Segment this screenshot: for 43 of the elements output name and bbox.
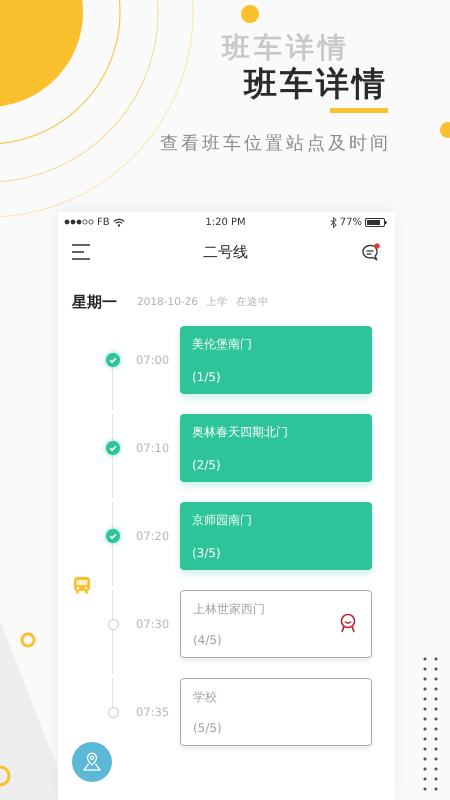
stop-card[interactable]: 京师园南门 (3/5) xyxy=(180,502,372,570)
stop-name: 美伦堡南门 xyxy=(192,336,252,353)
chat-icon xyxy=(361,243,381,261)
status-time: 1:20 PM xyxy=(205,216,246,228)
battery-percent: 77% xyxy=(340,216,362,228)
dot-decoration xyxy=(241,5,259,23)
stop-name: 奥林春天四期北门 xyxy=(192,424,288,441)
stop-time: 07:30 xyxy=(136,617,170,631)
stop-card[interactable]: 美伦堡南门 (1/5) xyxy=(180,326,372,394)
stop-name: 京师园南门 xyxy=(192,512,252,529)
stop-card[interactable]: 奥林春天四期北门 (2/5) xyxy=(180,414,372,482)
signal-icon xyxy=(64,219,94,225)
promo-subtitle: 查看班车位置站点及时间 xyxy=(160,132,391,155)
bluetooth-icon xyxy=(330,216,337,228)
menu-icon xyxy=(72,244,90,260)
battery-icon xyxy=(364,218,387,226)
ring-decoration xyxy=(0,766,10,786)
stop-name: 学校 xyxy=(193,689,218,706)
stop-order: (2/5) xyxy=(192,458,222,472)
stop-name: 上林世家西门 xyxy=(193,601,265,618)
promo-title: 班车详情 xyxy=(244,64,388,104)
trip-type: 上学 xyxy=(206,295,228,309)
ring-decoration xyxy=(20,632,36,648)
stop-order: (4/5) xyxy=(193,633,223,647)
carrier-name: FB xyxy=(97,216,110,228)
trip-status: 在途中 xyxy=(236,295,270,309)
trip-date: 2018-10-26 xyxy=(137,296,198,308)
stop-order: (1/5) xyxy=(192,370,222,384)
menu-button[interactable] xyxy=(72,244,90,260)
map-pin-icon xyxy=(82,752,102,772)
stop-time: 07:00 xyxy=(136,353,170,367)
message-button[interactable] xyxy=(361,243,381,261)
wifi-icon xyxy=(112,218,125,226)
weekday-label: 星期一 xyxy=(72,292,117,312)
stop-card[interactable]: 上林世家西门 (4/5) xyxy=(180,590,372,658)
screen-title: 二号线 xyxy=(203,242,248,262)
dot-decoration xyxy=(440,122,450,138)
stop-time: 07:20 xyxy=(136,529,170,543)
stop-time: 07:10 xyxy=(136,441,170,455)
stop-card[interactable]: 学校 (5/5) xyxy=(180,678,372,746)
stop-order: (3/5) xyxy=(192,546,222,560)
stop-order: (5/5) xyxy=(193,721,222,735)
stop-time: 07:35 xyxy=(136,705,170,719)
